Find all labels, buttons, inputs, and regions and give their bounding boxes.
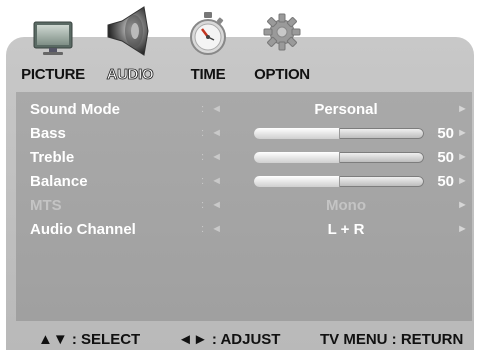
setting-row-treble[interactable]: Treble : ◄ 50 ► — [16, 146, 472, 170]
setting-row-mts: MTS : ◄ Mono ► — [16, 194, 472, 218]
tab-option[interactable]: OPTION — [250, 0, 314, 90]
setting-label: MTS — [30, 197, 62, 214]
bass-slider[interactable] — [254, 128, 424, 139]
left-arrow-icon[interactable]: : ◄ — [201, 127, 224, 139]
setting-value: 50 — [437, 173, 454, 190]
setting-row-balance[interactable]: Balance : ◄ 50 ► — [16, 170, 472, 194]
setting-row-sound-mode[interactable]: Sound Mode : ◄ Personal ► — [16, 98, 472, 122]
tab-label: PICTURE — [21, 66, 85, 83]
right-arrow-icon[interactable]: ► — [457, 103, 468, 115]
setting-label: Treble — [30, 149, 75, 166]
audio-settings-panel: Sound Mode : ◄ Personal ► Bass : ◄ 50 ► … — [16, 92, 472, 321]
treble-slider[interactable] — [254, 152, 424, 163]
adjust-hint: ◄► : ADJUST — [178, 331, 281, 348]
setting-value: 50 — [437, 149, 454, 166]
tab-label: OPTION — [254, 66, 310, 83]
right-arrow-icon[interactable]: ► — [457, 151, 468, 163]
right-arrow-icon[interactable]: ► — [457, 127, 468, 139]
monitor-icon — [33, 21, 73, 55]
right-arrow-icon[interactable]: ► — [457, 223, 468, 235]
setting-label: Balance — [30, 173, 88, 190]
left-arrow-icon[interactable]: : ◄ — [201, 103, 224, 115]
setting-row-bass[interactable]: Bass : ◄ 50 ► — [16, 122, 472, 146]
setting-value: L + R — [327, 221, 365, 238]
tab-audio[interactable]: AUDIO — [98, 0, 162, 90]
return-hint: TV MENU : RETURN — [320, 331, 464, 348]
slider-fill — [254, 176, 340, 187]
right-arrow-icon: ► — [457, 199, 468, 211]
setting-value: Personal — [314, 101, 378, 118]
left-arrow-icon[interactable]: : ◄ — [201, 175, 224, 187]
setting-label: Audio Channel — [30, 221, 136, 238]
setting-value: Mono — [326, 197, 366, 214]
setting-label: Bass — [30, 125, 66, 142]
tab-picture[interactable]: PICTURE — [18, 0, 88, 90]
slider-fill — [254, 128, 340, 139]
left-arrow-icon: : ◄ — [201, 199, 224, 211]
tab-label: AUDIO — [106, 66, 154, 84]
slider-fill — [254, 152, 340, 163]
setting-row-audio-channel[interactable]: Audio Channel : ◄ L + R ► — [16, 218, 472, 242]
balance-slider[interactable] — [254, 176, 424, 187]
gear-icon — [263, 13, 301, 51]
select-hint: ▲▼ : SELECT — [38, 331, 141, 348]
tab-label: TIME — [190, 66, 226, 83]
left-arrow-icon[interactable]: : ◄ — [201, 223, 224, 235]
left-arrow-icon[interactable]: : ◄ — [201, 151, 224, 163]
key-hints-bar: ▲▼ : SELECT ◄► : ADJUST TV MENU : RETURN — [6, 323, 474, 353]
menu-tabs: PICTURE AUDIO TIME OPTION — [0, 0, 478, 90]
stopwatch-icon — [190, 12, 226, 55]
tab-time[interactable]: TIME — [183, 0, 233, 90]
speaker-icon — [107, 6, 149, 56]
setting-label: Sound Mode — [30, 101, 120, 118]
setting-value: 50 — [437, 125, 454, 142]
right-arrow-icon[interactable]: ► — [457, 175, 468, 187]
